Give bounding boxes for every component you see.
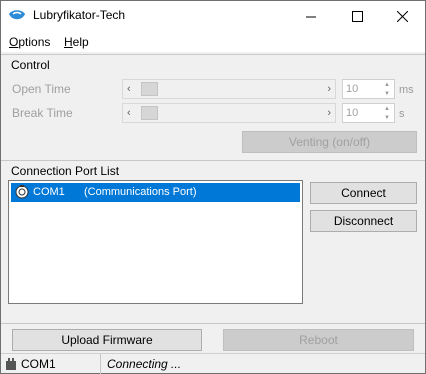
menu-options-accel: O xyxy=(9,35,19,49)
maximize-icon xyxy=(351,10,363,22)
divider-control xyxy=(1,54,425,55)
window-title: Lubryfikator-Tech xyxy=(33,8,126,22)
break-time-unit: s xyxy=(399,108,405,120)
reboot-button[interactable]: Reboot xyxy=(223,329,414,351)
status-port: COM1 xyxy=(21,357,56,371)
app-logo-icon xyxy=(9,10,25,20)
open-time-slider[interactable]: ‹ › xyxy=(122,79,336,99)
divider-footer xyxy=(1,323,425,324)
close-button[interactable] xyxy=(379,1,425,31)
close-icon xyxy=(396,10,408,22)
open-time-label: Open Time xyxy=(12,82,71,96)
port-name: COM1 xyxy=(33,186,65,198)
open-time-slider-thumb[interactable] xyxy=(141,82,158,96)
control-group-label: Control xyxy=(11,58,50,72)
connect-button[interactable]: Connect xyxy=(310,182,417,204)
disconnect-button[interactable]: Disconnect xyxy=(310,210,417,232)
break-time-label: Break Time xyxy=(12,106,73,120)
status-port-cell: COM1 xyxy=(1,354,101,374)
menu-options[interactable]: Options xyxy=(9,35,50,49)
serial-connector-icon xyxy=(6,358,16,370)
upload-firmware-button[interactable]: Upload Firmware xyxy=(12,329,202,351)
minimize-button[interactable] xyxy=(288,1,334,31)
menu-help-accel: H xyxy=(64,35,73,49)
scroll-left-icon[interactable]: ‹ xyxy=(127,83,131,95)
port-list[interactable]: COM1 (Communications Port) xyxy=(8,180,303,304)
venting-button[interactable]: Venting (on/off) xyxy=(242,131,417,153)
spin-up-icon[interactable]: ▲ xyxy=(381,104,393,113)
spin-down-icon[interactable]: ▼ xyxy=(381,89,393,98)
break-time-value: 10 xyxy=(346,107,359,119)
break-time-spinbox[interactable]: 10 ▲ ▼ xyxy=(342,103,395,123)
minimize-icon xyxy=(305,16,316,17)
scroll-left-icon[interactable]: ‹ xyxy=(127,107,131,119)
maximize-button[interactable] xyxy=(334,1,380,31)
spin-up-icon[interactable]: ▲ xyxy=(381,80,393,89)
divider-connection xyxy=(1,160,425,161)
open-time-spinbox[interactable]: 10 ▲ ▼ xyxy=(342,79,395,99)
break-time-slider[interactable]: ‹ › xyxy=(122,103,336,123)
scroll-right-icon[interactable]: › xyxy=(327,83,331,95)
menu-help-label: elp xyxy=(72,35,89,49)
open-time-value: 10 xyxy=(346,83,359,95)
port-description: (Communications Port) xyxy=(84,186,197,198)
port-list-item[interactable]: COM1 (Communications Port) xyxy=(11,183,300,202)
status-bar: COM1 Connecting ... xyxy=(1,353,425,374)
status-message: Connecting ... xyxy=(107,357,182,371)
menu-options-label: ptions xyxy=(18,35,51,49)
scroll-right-icon[interactable]: › xyxy=(327,107,331,119)
menu-bar: Options Help xyxy=(1,31,425,52)
menu-help[interactable]: Help xyxy=(64,35,89,49)
title-bar[interactable]: Lubryfikator-Tech xyxy=(1,1,425,31)
serial-port-icon xyxy=(15,185,29,199)
break-time-slider-thumb[interactable] xyxy=(141,106,158,120)
open-time-unit: ms xyxy=(399,84,414,96)
app-window: Lubryfikator-Tech Options Help Control O… xyxy=(0,0,426,374)
spin-down-icon[interactable]: ▼ xyxy=(381,113,393,122)
connection-group-label: Connection Port List xyxy=(11,164,120,178)
